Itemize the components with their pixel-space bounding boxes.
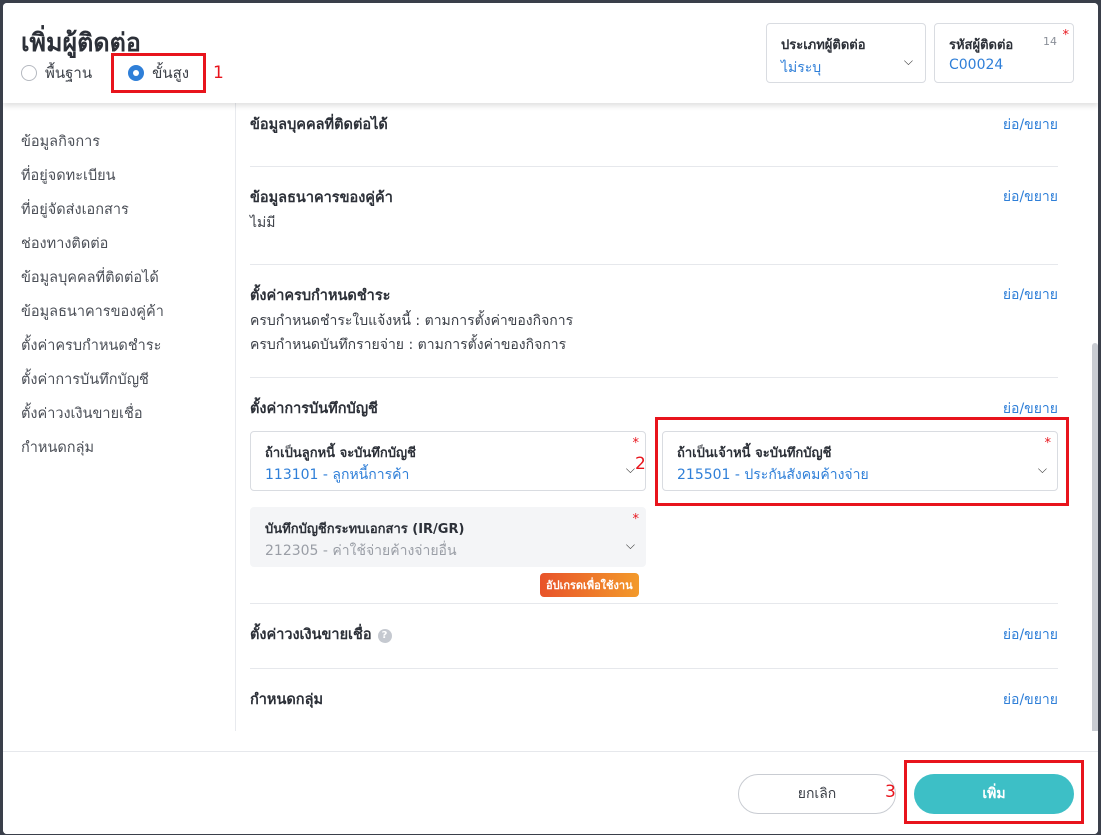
highlight-box-2 (655, 417, 1069, 506)
section-due: ตั้งค่าครบกำหนดชำระ ครบกำหนดชำระใบแจ้งหน… (250, 264, 1058, 378)
section-title: ตั้งค่าครบกำหนดชำระ (250, 288, 391, 304)
mode-basic-option[interactable]: พื้นฐาน (21, 61, 92, 85)
debtor-account-value: 113101 - ลูกหนี้การค้า (265, 467, 410, 483)
toggle-expand-link[interactable]: ย่อ/ขยาย (1003, 284, 1058, 306)
section-bank: ข้อมูลธนาคารของคู่ค้า ไม่มี ย่อ/ขยาย (250, 166, 1058, 265)
section-title: ข้อมูลบุคคลที่ติดต่อได้ (250, 117, 388, 133)
contact-type-label: ประเภทผู้ติดต่อ (781, 38, 866, 53)
section-title: ข้อมูลธนาคารของคู่ค้า (250, 190, 393, 206)
debtor-account-select[interactable]: ถ้าเป็นลูกหนี้ จะบันทึกบัญชี * 113101 - … (250, 431, 646, 491)
cancel-button[interactable]: ยกเลิก (738, 774, 896, 814)
chevron-down-icon: ⌵ (903, 54, 913, 68)
contact-code-value: C00024 (949, 57, 1004, 73)
nav-contact-person[interactable]: ข้อมูลบุคคลที่ติดต่อได้ (21, 266, 159, 289)
help-icon[interactable]: ? (377, 629, 392, 643)
section-credit-limit: ตั้งค่าวงเงินขายเชื่อ? ย่อ/ขยาย (250, 603, 1058, 669)
required-mark: * (632, 512, 640, 527)
nav-business-info[interactable]: ข้อมูลกิจการ (21, 130, 100, 153)
chevron-down-icon: ⌵ (625, 462, 635, 476)
section-title: ตั้งค่าวงเงินขายเชื่อ? (250, 623, 392, 646)
toggle-expand-link[interactable]: ย่อ/ขยาย (1003, 114, 1058, 136)
section-accounting: ตั้งค่าการบันทึกบัญชี ย่อ/ขยาย ถ้าเป็นลู… (250, 377, 1069, 604)
toggle-expand-link[interactable]: ย่อ/ขยาย (1003, 186, 1058, 208)
nav-credit-limit[interactable]: ตั้งค่าวงเงินขายเชื่อ (21, 402, 143, 425)
section-nav: ข้อมูลกิจการ ที่อยู่จดทะเบียน ที่อยู่จัด… (3, 103, 236, 731)
nav-registered-address[interactable]: ที่อยู่จดทะเบียน (21, 164, 116, 187)
chevron-down-icon: ⌵ (625, 538, 635, 552)
annotation-1: 1 (213, 63, 224, 83)
contact-type-value: ไม่ระบุ (781, 60, 822, 76)
section-title: ตั้งค่าการบันทึกบัญชี (250, 401, 378, 417)
irgr-account-label: บันทึกบัญชีกระทบเอกสาร (IR/GR) (265, 522, 465, 537)
irgr-account-select[interactable]: บันทึกบัญชีกระทบเอกสาร (IR/GR) * 212305 … (250, 507, 646, 567)
irgr-account-value: 212305 - ค่าใช้จ่ายค้างจ่ายอื่น (265, 543, 457, 559)
nav-shipping-address[interactable]: ที่อยู่จัดส่งเอกสาร (21, 198, 129, 221)
section-title: กำหนดกลุ่ม (250, 692, 324, 708)
due-invoice-text: ครบกำหนดชำระใบแจ้งหนี้ : ตามการตั้งค่าขอ… (250, 313, 574, 329)
upgrade-badge[interactable]: อัปเกรดเพื่อใช้งาน (540, 573, 639, 597)
mode-basic-label: พื้นฐาน (45, 64, 93, 82)
nav-contact-channels[interactable]: ช่องทางติดต่อ (21, 232, 108, 255)
dialog-footer: ยกเลิก 3 เพิ่ม (3, 751, 1098, 834)
nav-accounting-settings[interactable]: ตั้งค่าการบันทึกบัญชี (21, 368, 149, 391)
contact-type-select[interactable]: ประเภทผู้ติดต่อ ไม่ระบุ ⌵ (766, 23, 926, 83)
highlight-box-3 (904, 760, 1084, 824)
contact-code-count: 14 (1043, 35, 1057, 48)
dialog-header: เพิ่มผู้ติดต่อ พื้นฐาน ขั้นสูง 1 ประเภทผ… (3, 3, 1098, 103)
required-mark: * (1062, 28, 1070, 43)
form-content: ข้อมูลบุคคลที่ติดต่อได้ ย่อ/ขยาย ข้อมูลธ… (236, 103, 1098, 731)
scrollbar[interactable] (1092, 343, 1098, 731)
nav-due-settings[interactable]: ตั้งค่าครบกำหนดชำระ (21, 334, 161, 357)
nav-group[interactable]: กำหนดกลุ่ม (21, 436, 94, 459)
highlight-box-1 (111, 53, 206, 93)
contact-code-label: รหัสผู้ติดต่อ (949, 38, 1014, 53)
contact-code-field[interactable]: รหัสผู้ติดต่อ 14 * C00024 (934, 23, 1074, 83)
toggle-expand-link[interactable]: ย่อ/ขยาย (1003, 689, 1058, 711)
nav-bank-info[interactable]: ข้อมูลธนาคารของคู่ค้า (21, 300, 164, 323)
due-expense-text: ครบกำหนดบันทึกรายจ่าย : ตามการตั้งค่าของ… (250, 337, 567, 353)
debtor-account-label: ถ้าเป็นลูกหนี้ จะบันทึกบัญชี (265, 446, 416, 461)
required-mark: * (632, 436, 640, 451)
toggle-expand-link[interactable]: ย่อ/ขยาย (1003, 624, 1058, 646)
add-contact-dialog: เพิ่มผู้ติดต่อ พื้นฐาน ขั้นสูง 1 ประเภทผ… (3, 3, 1098, 834)
annotation-2: 2 (635, 454, 646, 474)
section-group: กำหนดกลุ่ม ย่อ/ขยาย (250, 668, 1058, 731)
bank-value: ไม่มี (250, 215, 276, 231)
credit-title-text: ตั้งค่าวงเงินขายเชื่อ (250, 627, 372, 643)
annotation-3: 3 (885, 782, 896, 802)
section-contact-person: ข้อมูลบุคคลที่ติดต่อได้ ย่อ/ขยาย (250, 103, 1058, 167)
radio-basic[interactable] (21, 65, 37, 81)
